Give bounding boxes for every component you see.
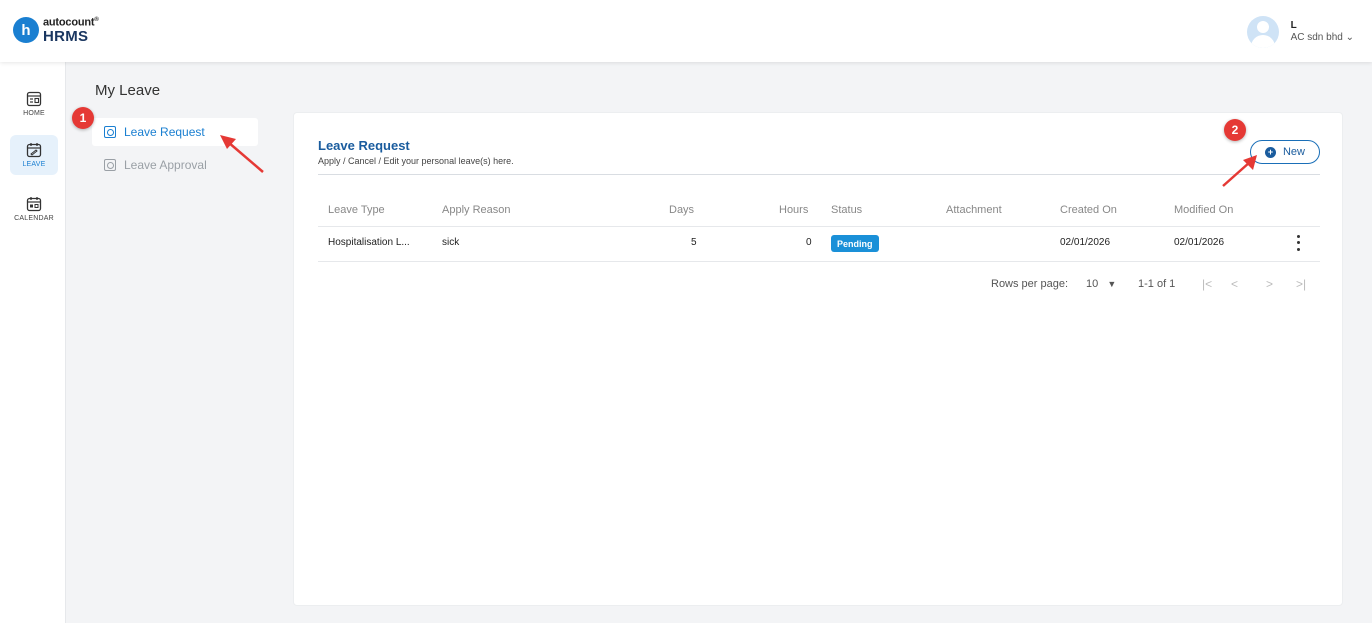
col-header-leave-type[interactable]: Leave Type — [328, 204, 385, 216]
rail-label-home: HOME — [23, 110, 45, 117]
company-name[interactable]: AC sdn bhd ⌄ — [1291, 32, 1354, 44]
page-range: 1-1 of 1 — [1138, 278, 1176, 290]
header-divider — [318, 226, 1320, 227]
page-title: My Leave — [95, 82, 161, 99]
subnav-label: Leave Request — [124, 125, 205, 139]
cell-modified-on: 02/01/2026 — [1174, 237, 1225, 248]
divider — [318, 174, 1320, 175]
status-badge: Pending — [831, 235, 879, 252]
card-subtitle: Apply / Cancel / Edit your personal leav… — [318, 156, 514, 166]
leave-request-icon — [104, 126, 116, 138]
col-header-modified-on[interactable]: Modified On — [1174, 204, 1233, 216]
rows-per-page-label: Rows per page: — [991, 278, 1069, 290]
rail-label-calendar: CALENDAR — [14, 215, 54, 222]
user-menu[interactable]: L AC sdn bhd ⌄ — [1246, 16, 1354, 48]
next-page-icon[interactable]: > — [1266, 277, 1273, 291]
row-actions-icon[interactable] — [1292, 233, 1304, 253]
logo-bottom-text: HRMS — [43, 27, 89, 45]
logo-top-text: autocount® — [43, 16, 99, 29]
subnav-leave-request[interactable]: Leave Request — [92, 118, 258, 146]
rail-item-calendar[interactable]: CALENDAR — [10, 189, 58, 229]
new-leave-button[interactable]: + New — [1250, 140, 1320, 164]
row-divider — [318, 261, 1320, 262]
avatar[interactable] — [1246, 16, 1279, 48]
col-header-apply-reason[interactable]: Apply Reason — [442, 204, 511, 216]
leave-approval-icon — [104, 159, 116, 171]
annotation-marker-2: 2 — [1224, 119, 1246, 141]
rows-per-page-select[interactable]: 10 ▼ — [1086, 278, 1116, 290]
annotation-marker-1: 1 — [72, 107, 94, 129]
col-header-created-on[interactable]: Created On — [1060, 204, 1117, 216]
user-name: L — [1290, 20, 1297, 31]
plus-circle-icon: + — [1264, 146, 1276, 158]
card-title: Leave Request — [318, 138, 410, 153]
leave-request-card: Leave Request Apply / Cancel / Edit your… — [293, 112, 1343, 606]
rail-item-leave[interactable]: LEAVE — [10, 135, 58, 175]
cell-leave-type: Hospitalisation L... — [328, 237, 410, 248]
top-bar: h autocount® HRMS L AC sdn bhd ⌄ — [0, 0, 1372, 62]
rail-label-leave: LEAVE — [22, 161, 46, 168]
home-icon — [26, 91, 42, 107]
logo-mark: h — [13, 17, 39, 44]
dropdown-icon: ▼ — [1107, 279, 1117, 289]
subnav-label: Leave Approval — [124, 158, 207, 172]
previous-page-icon[interactable]: < — [1231, 277, 1238, 291]
calendar-icon — [26, 197, 42, 212]
new-button-label: New — [1282, 146, 1305, 158]
first-page-icon[interactable]: |< — [1202, 277, 1212, 291]
left-rail: HOME LEAVE CALENDAR — [0, 62, 66, 623]
last-page-icon[interactable]: >| — [1296, 277, 1306, 291]
col-header-days[interactable]: Days — [669, 204, 694, 216]
cell-reason: sick — [442, 237, 460, 248]
col-header-attachment[interactable]: Attachment — [946, 204, 1002, 216]
chevron-down-icon: ⌄ — [1345, 32, 1354, 43]
col-header-hours[interactable]: Hours — [779, 204, 808, 216]
rail-item-home[interactable]: HOME — [10, 84, 58, 124]
app-logo[interactable]: h autocount® HRMS — [13, 17, 99, 44]
col-header-status[interactable]: Status — [831, 204, 862, 216]
subnav-leave-approval[interactable]: Leave Approval — [92, 151, 258, 179]
cell-hours: 0 — [806, 237, 812, 248]
cell-created-on: 02/01/2026 — [1060, 237, 1111, 248]
cell-days: 5 — [691, 237, 697, 248]
leave-icon — [26, 143, 42, 158]
